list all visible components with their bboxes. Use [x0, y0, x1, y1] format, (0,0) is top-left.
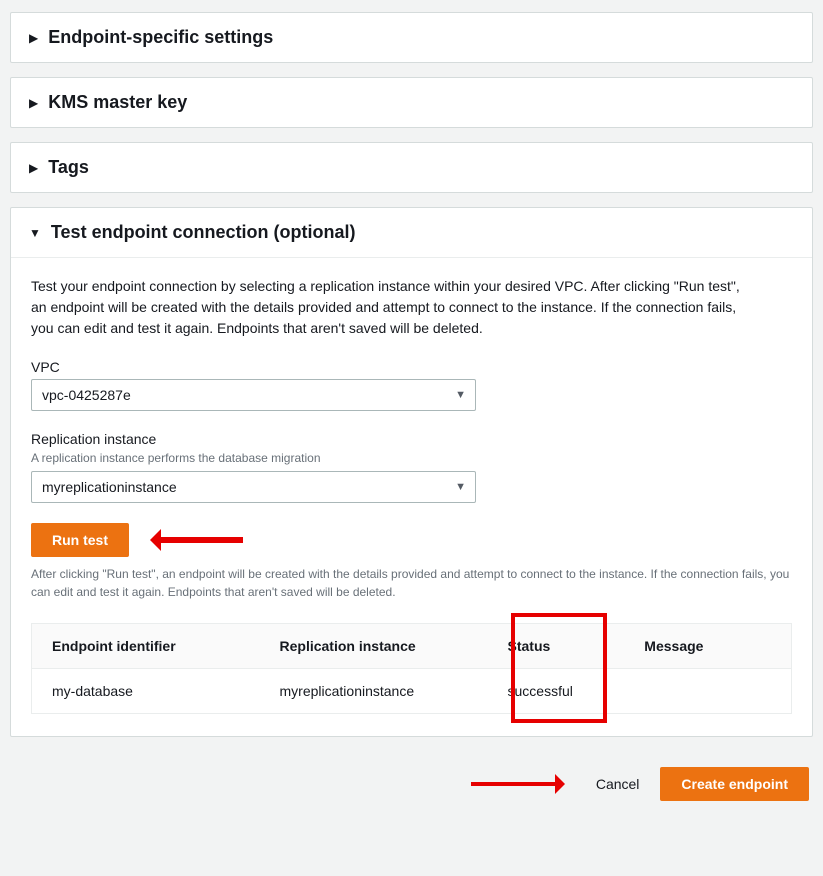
cell-status: successful: [488, 669, 625, 714]
cell-replication-instance: myreplicationinstance: [260, 669, 488, 714]
panel-kms-header[interactable]: ▶ KMS master key: [11, 78, 812, 127]
col-message: Message: [624, 624, 791, 669]
panel-endpoint-settings-header[interactable]: ▶ Endpoint-specific settings: [11, 13, 812, 62]
panel-tags-title: Tags: [48, 157, 89, 178]
caret-right-icon: ▶: [29, 97, 38, 109]
panel-endpoint-settings-title: Endpoint-specific settings: [48, 27, 273, 48]
panel-kms-title: KMS master key: [48, 92, 187, 113]
cell-endpoint-identifier: my-database: [32, 669, 260, 714]
panel-tags-header[interactable]: ▶ Tags: [11, 143, 812, 192]
results-table-container: Endpoint identifier Replication instance…: [31, 623, 792, 714]
table-header-row: Endpoint identifier Replication instance…: [32, 624, 792, 669]
caret-right-icon: ▶: [29, 32, 38, 44]
col-status: Status: [488, 624, 625, 669]
annotation-arrow-run-test: [153, 537, 243, 543]
footer-actions: Cancel Create endpoint: [10, 751, 813, 809]
replication-instance-label: Replication instance: [31, 431, 792, 447]
panel-kms: ▶ KMS master key: [10, 77, 813, 128]
vpc-label: VPC: [31, 359, 792, 375]
replication-instance-field: Replication instance A replication insta…: [31, 431, 792, 503]
test-connection-description: Test your endpoint connection by selecti…: [31, 276, 751, 339]
col-replication-instance: Replication instance: [260, 624, 488, 669]
vpc-select[interactable]: vpc-0425287e: [31, 379, 476, 411]
cancel-button[interactable]: Cancel: [581, 767, 655, 801]
vpc-field: VPC vpc-0425287e ▼: [31, 359, 792, 411]
caret-down-icon: ▼: [29, 227, 41, 239]
create-endpoint-button[interactable]: Create endpoint: [660, 767, 809, 801]
replication-instance-select[interactable]: myreplicationinstance: [31, 471, 476, 503]
panel-test-connection: ▼ Test endpoint connection (optional) Te…: [10, 207, 813, 737]
panel-tags: ▶ Tags: [10, 142, 813, 193]
annotation-arrow-create: [471, 782, 561, 786]
panel-test-connection-title: Test endpoint connection (optional): [51, 222, 356, 243]
col-endpoint-identifier: Endpoint identifier: [32, 624, 260, 669]
run-test-button[interactable]: Run test: [31, 523, 129, 557]
run-test-hint: After clicking "Run test", an endpoint w…: [31, 565, 792, 601]
caret-right-icon: ▶: [29, 162, 38, 174]
replication-instance-hint: A replication instance performs the data…: [31, 451, 792, 465]
panel-endpoint-settings: ▶ Endpoint-specific settings: [10, 12, 813, 63]
table-row: my-database myreplicationinstance succes…: [32, 669, 792, 714]
results-table: Endpoint identifier Replication instance…: [31, 623, 792, 714]
panel-test-connection-header[interactable]: ▼ Test endpoint connection (optional): [11, 208, 812, 258]
cell-message: [624, 669, 791, 714]
panel-test-connection-body: Test your endpoint connection by selecti…: [11, 258, 812, 736]
